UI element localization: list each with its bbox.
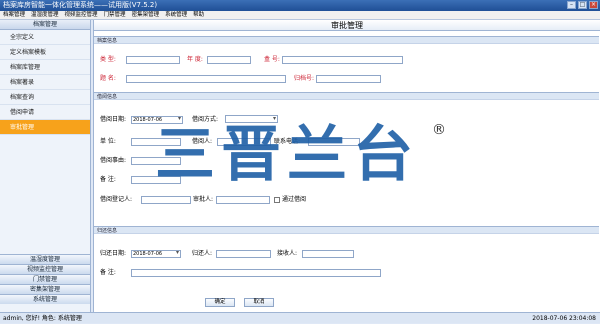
menu-item-archive[interactable]: 档案管理	[3, 11, 25, 19]
menu-bar: 档案管理 温湿度管理 视频监控管理 门禁管理 密集架管理 系统管理 帮助	[0, 11, 600, 20]
sidebar-header[interactable]: 档案管理	[0, 20, 90, 30]
status-time: 2018-07-06 23:04:08	[532, 315, 596, 322]
reason-label: 借阅事由:	[100, 157, 127, 164]
title-bar: 档案库房智能一体化管理系统——试用版(V7.5.2) – □ ×	[0, 0, 600, 11]
menu-item-access[interactable]: 门禁管理	[104, 11, 126, 19]
maximize-icon[interactable]: □	[578, 1, 587, 9]
sidebar-item-template[interactable]: 定义档案模板	[0, 45, 90, 60]
registrar-input[interactable]	[141, 196, 191, 204]
receiver-label: 接收人:	[277, 250, 298, 257]
menu-item-humidity[interactable]: 温湿度管理	[31, 11, 59, 19]
category-input[interactable]	[126, 56, 180, 64]
category-label: 类 型:	[100, 56, 116, 63]
sidebar-item-library[interactable]: 档案库管理	[0, 60, 90, 75]
sidebar-item-query[interactable]: 档案查询	[0, 90, 90, 105]
close-icon[interactable]: ×	[589, 1, 598, 9]
module-access[interactable]: 门禁管理	[0, 274, 90, 284]
box-input[interactable]	[282, 56, 403, 64]
section-return-header: 归还信息	[94, 226, 599, 234]
box-label: 盒 号:	[264, 56, 280, 63]
borrow-note-label: 备 注:	[100, 176, 116, 183]
module-video[interactable]: 视频监控管理	[0, 264, 90, 274]
return-note-input[interactable]	[131, 269, 381, 277]
menu-item-system[interactable]: 系统管理	[165, 11, 187, 19]
sidebar-item-cataloging[interactable]: 档案著录	[0, 75, 90, 90]
return-date-picker[interactable]: 2018-07-06	[131, 250, 181, 258]
watermark-logo: 三晋兰台	[155, 120, 419, 190]
window-title: 档案库房智能一体化管理系统——试用版(V7.5.2)	[3, 1, 158, 9]
section-borrow-header: 借阅信息	[94, 92, 599, 100]
approver-input[interactable]	[216, 196, 270, 204]
unit-label: 单 位:	[100, 138, 116, 145]
sidebar-item-borrow-request[interactable]: 借阅申请	[0, 105, 90, 120]
borrow-date-label: 借阅日期:	[100, 116, 127, 123]
menu-item-video[interactable]: 视频监控管理	[65, 11, 98, 19]
registered-mark: ®	[432, 122, 446, 138]
sidebar-module-list: 温湿度管理 视频监控管理 门禁管理 密集架管理 系统管理	[0, 254, 90, 304]
menu-item-help[interactable]: 帮助	[193, 11, 204, 19]
sidebar-item-fonds[interactable]: 全宗定义	[0, 30, 90, 45]
approve-checkbox[interactable]	[274, 197, 280, 203]
status-bar: admin, 您好! 角色: 系统管理 2018-07-06 23:04:08	[0, 312, 600, 323]
cancel-button[interactable]: 取消	[244, 298, 274, 307]
sidebar: 档案管理 全宗定义 定义档案模板 档案库管理 档案著录 档案查询 借阅申请 审批…	[0, 20, 91, 312]
sidebar-item-approval[interactable]: 审批管理	[0, 120, 90, 135]
returner-label: 归还人:	[192, 250, 213, 257]
return-date-label: 归还日期:	[100, 250, 127, 257]
registrar-label: 借阅登记人:	[100, 196, 133, 203]
title-input[interactable]	[126, 75, 286, 83]
page-title: 审批管理	[94, 20, 600, 31]
archive-no-label: 归档号:	[294, 75, 315, 82]
receiver-input[interactable]	[302, 250, 354, 258]
window-controls: – □ ×	[567, 1, 598, 9]
title-label: 题 名:	[100, 75, 116, 82]
return-note-label: 备 注:	[100, 269, 116, 276]
section-archive-header: 档案信息	[94, 36, 599, 44]
approve-checkbox-label: 通过借阅	[282, 196, 307, 203]
module-system[interactable]: 系统管理	[0, 294, 90, 304]
status-user: admin, 您好! 角色: 系统管理	[3, 315, 82, 322]
year-input[interactable]	[207, 56, 251, 64]
year-label: 年 度:	[187, 56, 203, 63]
ok-button[interactable]: 确定	[205, 298, 235, 307]
module-shelf[interactable]: 密集架管理	[0, 284, 90, 294]
minimize-icon[interactable]: –	[567, 1, 576, 9]
module-humidity[interactable]: 温湿度管理	[0, 254, 90, 264]
returner-input[interactable]	[216, 250, 271, 258]
archive-no-input[interactable]	[316, 75, 381, 83]
menu-item-shelf[interactable]: 密集架管理	[132, 11, 160, 19]
approver-label: 审批人:	[193, 196, 214, 203]
